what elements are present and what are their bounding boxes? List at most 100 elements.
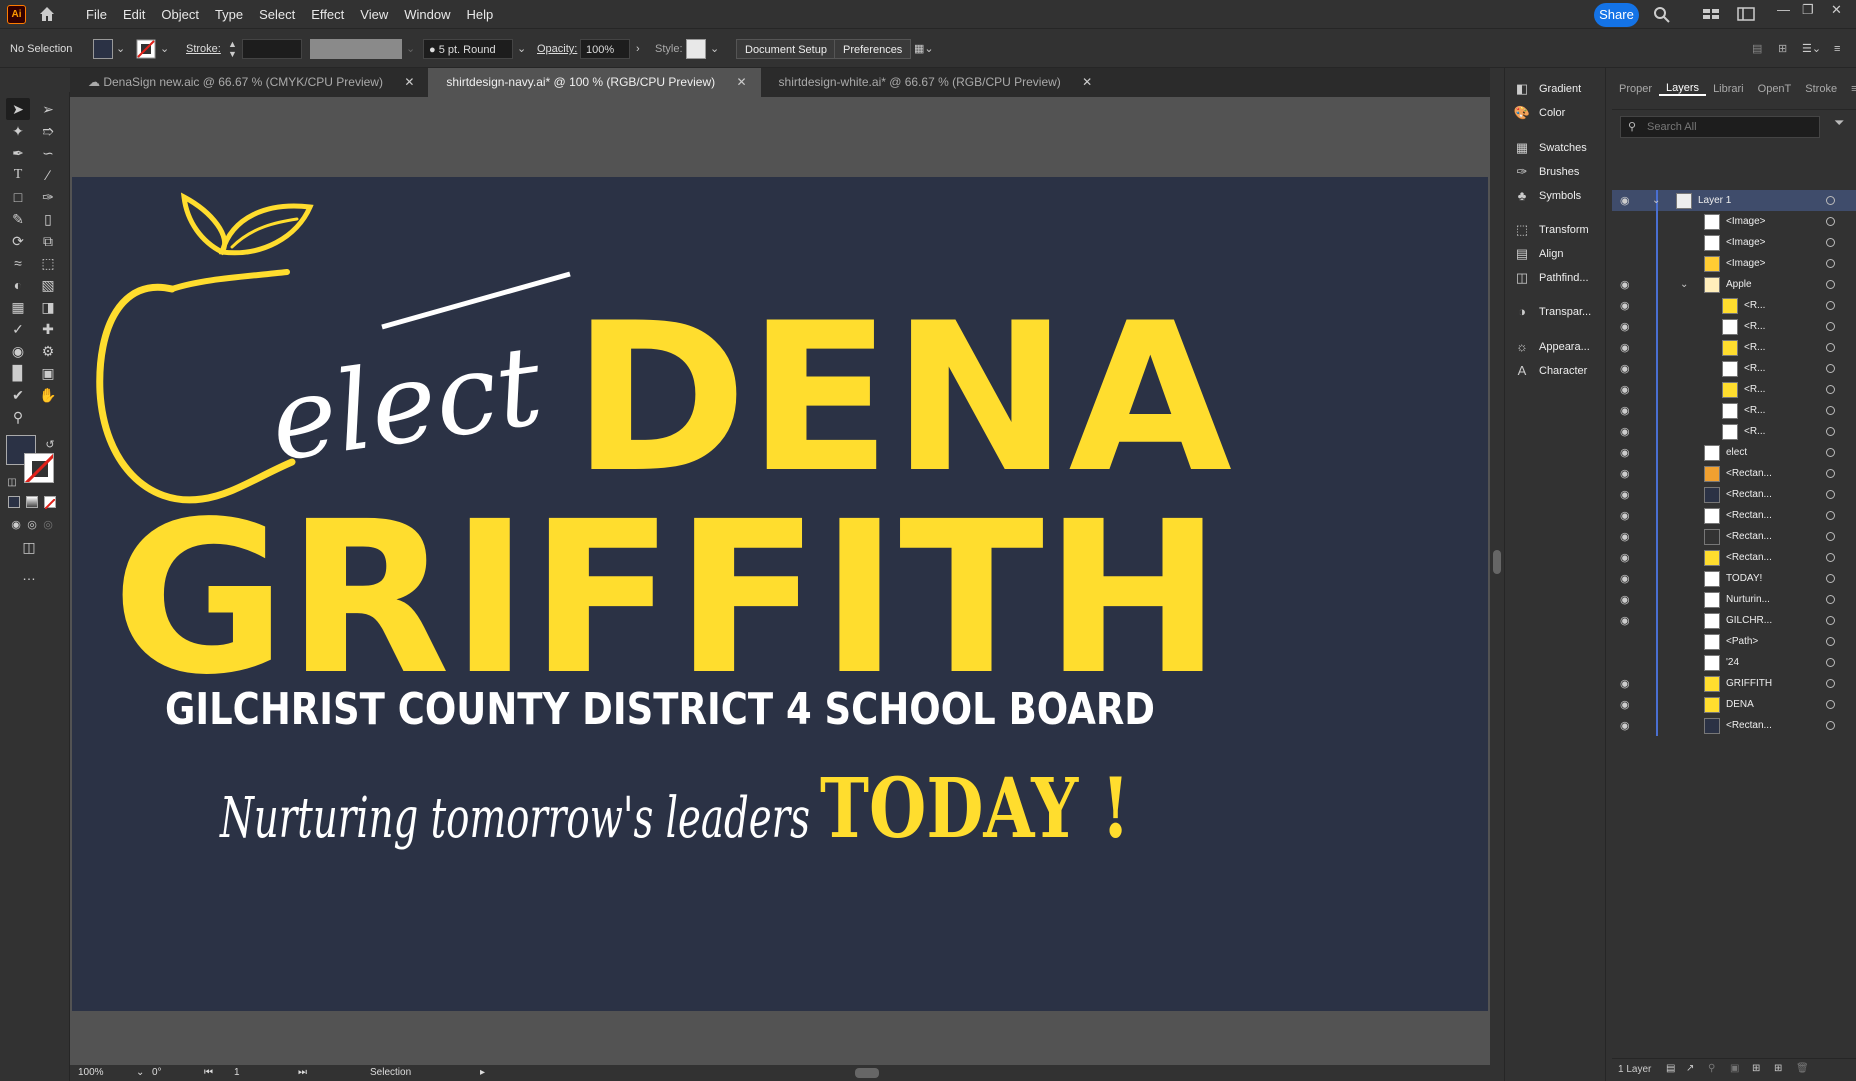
curvature-tool-icon[interactable]: ∽	[36, 142, 60, 164]
sublayer-row[interactable]: <Image>	[1612, 232, 1856, 253]
layers-search-input[interactable]: ⚲ Search All	[1620, 116, 1820, 138]
visibility-eye-icon[interactable]: ◉	[1620, 551, 1630, 564]
panel-menu-icon[interactable]: ≡	[1844, 83, 1856, 95]
chevron-down-icon[interactable]: ⌄	[517, 39, 526, 59]
target-circle-icon[interactable]	[1826, 616, 1835, 625]
scale-tool-icon[interactable]: ⧉	[36, 230, 60, 252]
share-button[interactable]: Share	[1594, 3, 1639, 27]
play-icon[interactable]: ▸	[480, 1067, 485, 1078]
arrange-documents-icon[interactable]	[1702, 6, 1720, 25]
sublayer-row[interactable]: ◉ <R...	[1612, 421, 1856, 442]
menu-help[interactable]: Help	[458, 7, 501, 22]
target-circle-icon[interactable]	[1826, 469, 1835, 478]
panel-pathfinder[interactable]: ◫ Pathfind...	[1513, 267, 1603, 289]
locate-object-icon[interactable]: ⚲	[1708, 1063, 1715, 1074]
tab-shirtdesign-white[interactable]: shirtdesign-white.ai* @ 66.67 % (RGB/CPU…	[761, 68, 1107, 97]
slice-tool-icon[interactable]: ✔	[6, 384, 30, 406]
draw-inside-icon[interactable]: ◎	[36, 514, 60, 536]
tab-opentype[interactable]: OpenT	[1751, 83, 1799, 95]
chevron-down-icon[interactable]: ⌄	[116, 39, 125, 59]
visibility-eye-icon[interactable]: ◉	[1620, 488, 1630, 501]
sublayer-row[interactable]: ◉ <Rectan...	[1612, 505, 1856, 526]
magic-wand-tool-icon[interactable]: ✦	[6, 120, 30, 142]
target-circle-icon[interactable]	[1826, 343, 1835, 352]
mesh-tool-icon[interactable]: ▦	[6, 296, 30, 318]
sublayer-row[interactable]: ◉ <Rectan...	[1612, 463, 1856, 484]
sublayer-row[interactable]: ◉ <R...	[1612, 337, 1856, 358]
sublayer-row[interactable]: <Image>	[1612, 211, 1856, 232]
direct-selection-tool-icon[interactable]: ➢	[36, 98, 60, 120]
sublayer-row[interactable]: ◉ GRIFFITH	[1612, 673, 1856, 694]
rectangle-tool-icon[interactable]: □	[6, 186, 30, 208]
free-transform-tool-icon[interactable]: ⬚	[36, 252, 60, 274]
sublayer-row[interactable]: '24	[1612, 652, 1856, 673]
chevron-down-icon[interactable]: ⌄	[136, 1067, 144, 1078]
document-setup-button[interactable]: Document Setup	[736, 39, 836, 59]
tab-properties[interactable]: Proper	[1612, 83, 1659, 95]
screen-mode-icon[interactable]: ◫	[17, 536, 41, 558]
panel-brushes[interactable]: ✑ Brushes	[1513, 161, 1603, 183]
visibility-eye-icon[interactable]: ◉	[1620, 572, 1630, 585]
paintbrush-tool-icon[interactable]: ✑	[36, 186, 60, 208]
layer-row[interactable]: ◉ ⌄ Layer 1	[1612, 190, 1856, 211]
target-circle-icon[interactable]	[1826, 637, 1835, 646]
blend-tool-icon[interactable]: ◉	[6, 340, 30, 362]
gradient-tool-icon[interactable]: ◨	[36, 296, 60, 318]
menu-type[interactable]: Type	[207, 7, 251, 22]
sublayer-row[interactable]: ◉ <Rectan...	[1612, 547, 1856, 568]
collect-export-icon[interactable]: ▤	[1666, 1063, 1675, 1074]
measure-tool-icon[interactable]: ✚	[36, 318, 60, 340]
menu-object[interactable]: Object	[153, 7, 207, 22]
target-circle-icon[interactable]	[1826, 574, 1835, 583]
panel-gradient[interactable]: ◧ Gradient	[1513, 78, 1603, 100]
sublayer-row[interactable]: ◉ TODAY!	[1612, 568, 1856, 589]
perspective-grid-tool-icon[interactable]: ▧	[36, 274, 60, 296]
target-circle-icon[interactable]	[1826, 238, 1835, 247]
sublayer-row[interactable]: ◉ <R...	[1612, 358, 1856, 379]
sublayer-row[interactable]: ◉ Nurturin...	[1612, 589, 1856, 610]
chevron-down-icon[interactable]: ⌄	[406, 39, 415, 59]
gradient-mode-icon[interactable]	[26, 496, 38, 508]
graphic-style-swatch[interactable]	[686, 39, 706, 59]
expand-chevron-icon[interactable]: ⌄	[1652, 195, 1660, 206]
canvas-area[interactable]: elect DENA GRIFFITH GILCHRIST COUNTY DIS…	[70, 97, 1490, 1065]
color-mode-icon[interactable]	[8, 496, 20, 508]
visibility-eye-icon[interactable]: ◉	[1620, 341, 1630, 354]
visibility-eye-icon[interactable]: ◉	[1620, 383, 1630, 396]
target-circle-icon[interactable]	[1826, 679, 1835, 688]
artboard-number[interactable]: 1	[234, 1067, 240, 1078]
visibility-eye-icon[interactable]: ◉	[1620, 530, 1630, 543]
panel-character[interactable]: A Character	[1513, 360, 1603, 382]
brush-definition[interactable]: ● 5 pt. Round	[423, 39, 513, 59]
close-window-icon[interactable]: ✕	[1831, 2, 1842, 18]
shaper-tool-icon[interactable]: ✎	[6, 208, 30, 230]
target-circle-icon[interactable]	[1826, 490, 1835, 499]
visibility-eye-icon[interactable]: ◉	[1620, 194, 1630, 207]
target-circle-icon[interactable]	[1826, 385, 1835, 394]
stroke-label[interactable]: Stroke:	[186, 39, 221, 59]
tab-denasign[interactable]: ☁ DenaSign new.aic @ 66.67 % (CMYK/CPU P…	[70, 68, 428, 97]
sublayer-row[interactable]: ◉ <R...	[1612, 295, 1856, 316]
shape-builder-tool-icon[interactable]: ◐	[6, 274, 30, 296]
sublayer-row[interactable]: ◉ <R...	[1612, 379, 1856, 400]
trash-icon[interactable]: 🗑	[1796, 1063, 1809, 1074]
tab-stroke[interactable]: Stroke	[1798, 83, 1844, 95]
export-icon[interactable]: ↗	[1686, 1063, 1694, 1074]
horizontal-scrollbar[interactable]	[495, 1068, 1495, 1078]
target-circle-icon[interactable]	[1826, 700, 1835, 709]
sublayer-row[interactable]: ◉ <Rectan...	[1612, 715, 1856, 736]
sublayer-row[interactable]: ◉ DENA	[1612, 694, 1856, 715]
tab-shirtdesign-navy[interactable]: shirtdesign-navy.ai* @ 100 % (RGB/CPU Pr…	[428, 68, 761, 97]
hand-tool-icon[interactable]: ✋	[36, 384, 60, 406]
visibility-eye-icon[interactable]: ◉	[1620, 278, 1630, 291]
sublayer-row[interactable]: ◉ GILCHR...	[1612, 610, 1856, 631]
panel-symbols[interactable]: ♣ Symbols	[1513, 185, 1603, 207]
artboard-tool-icon[interactable]: ▣	[36, 362, 60, 384]
target-circle-icon[interactable]	[1826, 595, 1835, 604]
stroke-color-box[interactable]	[24, 453, 54, 483]
eyedropper-tool-icon[interactable]: ✓	[6, 318, 30, 340]
opacity-label[interactable]: Opacity:	[537, 39, 577, 59]
clipping-mask-icon[interactable]: ▣	[1730, 1063, 1739, 1074]
zoom-tool-icon[interactable]: ⚲	[6, 406, 30, 428]
restore-icon[interactable]: ❐	[1802, 2, 1814, 18]
